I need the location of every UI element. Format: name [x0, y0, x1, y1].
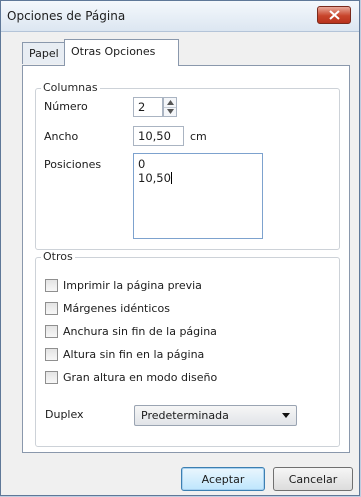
text-cursor — [170, 172, 172, 184]
window-title: Opciones de Página — [7, 9, 126, 23]
arrow-down-icon — [167, 109, 174, 114]
tab-otras-opciones-label: Otras Opciones — [71, 45, 156, 58]
checkbox-label: Anchura sin fin de la página — [63, 325, 217, 338]
columnas-legend: Columnas — [41, 81, 100, 94]
numero-input[interactable]: 2 — [133, 97, 163, 117]
aceptar-button-label: Aceptar — [201, 473, 245, 486]
duplex-select[interactable]: Predeterminada — [134, 405, 297, 426]
posiciones-label: Posiciones — [44, 158, 102, 171]
ancho-label: Ancho — [44, 130, 79, 143]
checkbox-label: Gran altura en modo diseño — [63, 371, 218, 384]
arrow-up-icon — [167, 100, 174, 105]
checkbox-box[interactable] — [45, 279, 58, 292]
numero-spinner[interactable] — [163, 97, 177, 117]
cancelar-button-label: Cancelar — [288, 473, 338, 486]
ancho-unit: cm — [190, 130, 207, 143]
checkbox-label: Imprimir la página previa — [63, 279, 202, 292]
duplex-value: Predeterminada — [141, 409, 229, 422]
checkbox-box[interactable] — [45, 302, 58, 315]
aceptar-button[interactable]: Aceptar — [181, 467, 265, 491]
tab-panel: Columnas Número 2 Ancho 10,50 cm Posicio… — [22, 65, 350, 453]
tab-papel-label: Papel — [29, 47, 59, 60]
posiciones-line: 10,50 — [138, 171, 171, 185]
otros-group: Otros Imprimir la página previa Márgenes… — [35, 250, 340, 447]
cancelar-button[interactable]: Cancelar — [273, 467, 353, 491]
numero-label: Número — [44, 100, 88, 113]
numero-spin-down-button[interactable] — [164, 107, 176, 116]
tab-papel[interactable]: Papel — [22, 42, 67, 64]
checkbox-label: Márgenes idénticos — [63, 302, 170, 315]
checkbox-label: Altura sin fin en la página — [63, 348, 205, 361]
close-button[interactable] — [317, 6, 351, 24]
title-bar[interactable]: Opciones de Página — [1, 1, 359, 32]
posiciones-textarea[interactable]: 0 10,50 — [133, 153, 263, 239]
columnas-group: Columnas Número 2 Ancho 10,50 cm Posicio… — [35, 81, 340, 250]
ancho-value: 10,50 — [138, 129, 171, 143]
checkbox-box[interactable] — [45, 348, 58, 361]
close-icon — [329, 10, 340, 20]
checkbox-box[interactable] — [45, 325, 58, 338]
dialog-window: Opciones de Página Papel Otras Opciones … — [0, 0, 360, 496]
numero-value: 2 — [138, 100, 146, 114]
checkbox-box[interactable] — [45, 371, 58, 384]
ancho-input[interactable]: 10,50 — [133, 126, 184, 146]
otros-legend: Otros — [41, 250, 75, 263]
duplex-label: Duplex — [45, 408, 84, 421]
chevron-down-icon — [282, 413, 290, 418]
tab-otras-opciones[interactable]: Otras Opciones — [64, 39, 179, 66]
posiciones-line: 0 — [138, 157, 146, 171]
